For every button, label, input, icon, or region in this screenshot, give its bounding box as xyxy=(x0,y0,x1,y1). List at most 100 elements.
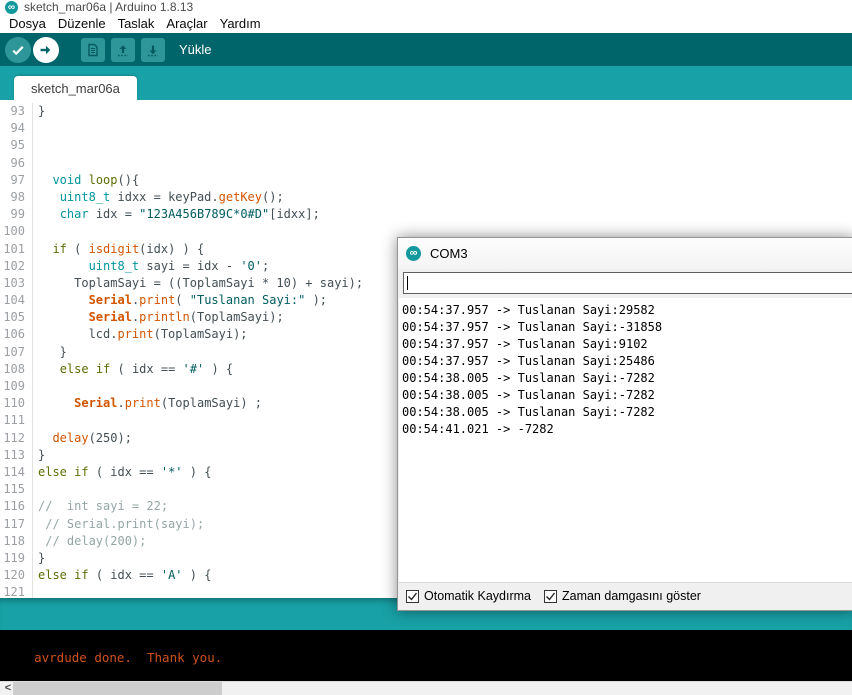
code-content: delay(250); xyxy=(33,430,132,447)
autoscroll-checkbox[interactable]: Otomatik Kaydırma xyxy=(406,589,531,603)
line-number: 104 xyxy=(0,292,33,309)
code-content: // Serial.print(sayi); xyxy=(33,516,204,533)
serial-output-line: 00:54:41.021 -> -7282 xyxy=(402,421,852,438)
menu-item-help[interactable]: Yardım xyxy=(214,15,267,33)
code-content: if ( isdigit(idx) ) { xyxy=(33,241,204,258)
line-number: 95 xyxy=(0,137,33,154)
code-content: } xyxy=(33,550,45,567)
code-content: char idx = "123A456B789C*0#D"[idxx]; xyxy=(33,206,320,223)
serial-monitor-title: COM3 xyxy=(430,246,468,261)
line-number: 121 xyxy=(0,584,33,598)
new-sketch-button[interactable] xyxy=(81,38,105,62)
menu-item-tools[interactable]: Araçlar xyxy=(160,15,213,33)
open-button[interactable] xyxy=(111,38,135,62)
arduino-ide-window: ∞ sketch_mar06a | Arduino 1.8.13 DosyaDü… xyxy=(0,0,852,695)
menu-bar: DosyaDüzenleTaslakAraçlarYardım xyxy=(0,15,852,33)
save-button[interactable] xyxy=(141,38,165,62)
line-number: 119 xyxy=(0,550,33,567)
code-content xyxy=(33,137,38,154)
line-number: 115 xyxy=(0,481,33,498)
menu-item-sketch[interactable]: Taslak xyxy=(112,15,161,33)
line-number: 112 xyxy=(0,430,33,447)
code-line[interactable]: 96 xyxy=(0,155,852,172)
line-number: 106 xyxy=(0,326,33,343)
text-caret xyxy=(407,276,408,290)
line-number: 120 xyxy=(0,567,33,584)
scrollbar-thumb[interactable] xyxy=(13,682,222,695)
code-content: Serial.println(ToplamSayi); xyxy=(33,309,284,326)
code-line[interactable]: 98 uint8_t idxx = keyPad.getKey(); xyxy=(0,189,852,206)
console-output: avrdude done. Thank you. xyxy=(0,630,852,681)
toolbar: Yükle xyxy=(0,33,852,66)
timestamp-checkbox-label[interactable]: Zaman damgasını göster xyxy=(562,589,701,603)
check-icon xyxy=(545,591,556,602)
toolbar-status-label: Yükle xyxy=(179,42,212,57)
code-content: } xyxy=(33,344,67,361)
serial-output-area[interactable]: 00:54:37.957 -> Tuslanan Sayi:2958200:54… xyxy=(399,298,852,584)
code-content: else if ( idx == 'A' ) { xyxy=(33,567,211,584)
window-title: sketch_mar06a | Arduino 1.8.13 xyxy=(24,0,193,14)
line-number: 109 xyxy=(0,378,33,395)
line-number: 111 xyxy=(0,412,33,429)
code-line[interactable]: 95 xyxy=(0,137,852,154)
serial-output-line: 00:54:37.957 -> Tuslanan Sayi:9102 xyxy=(402,336,852,353)
line-number: 103 xyxy=(0,275,33,292)
code-content: lcd.print(ToplamSayi); xyxy=(33,326,248,343)
tab-bar: sketch_mar06a xyxy=(0,66,852,100)
code-content: ToplamSayi = ((ToplamSayi * 10) + sayi); xyxy=(33,275,363,292)
menu-item-file[interactable]: Dosya xyxy=(3,15,52,33)
code-content xyxy=(33,223,38,240)
code-line[interactable]: 99 char idx = "123A456B789C*0#D"[idxx]; xyxy=(0,206,852,223)
code-line[interactable]: 97 void loop(){ xyxy=(0,172,852,189)
code-content: } xyxy=(33,103,45,120)
code-content: // delay(200); xyxy=(33,533,146,550)
code-line[interactable]: 93} xyxy=(0,103,852,120)
line-number: 116 xyxy=(0,498,33,515)
line-number: 93 xyxy=(0,103,33,120)
line-number: 113 xyxy=(0,447,33,464)
code-content: } xyxy=(33,447,45,464)
code-content: Serial.print(ToplamSayi) ; xyxy=(33,395,262,412)
serial-output-line: 00:54:37.957 -> Tuslanan Sayi:-31858 xyxy=(402,319,852,336)
line-number: 97 xyxy=(0,172,33,189)
code-content xyxy=(33,120,38,137)
arduino-logo-icon: ∞ xyxy=(5,1,18,14)
title-bar[interactable]: ∞ sketch_mar06a | Arduino 1.8.13 xyxy=(0,0,852,15)
serial-output-line: 00:54:38.005 -> Tuslanan Sayi:-7282 xyxy=(402,370,852,387)
code-content xyxy=(33,155,38,172)
serial-output-line: 00:54:37.957 -> Tuslanan Sayi:25486 xyxy=(402,353,852,370)
line-number: 102 xyxy=(0,258,33,275)
code-content xyxy=(33,481,38,498)
menu-item-edit[interactable]: Düzenle xyxy=(52,15,112,33)
autoscroll-checkbox-label[interactable]: Otomatik Kaydırma xyxy=(424,589,531,603)
check-icon xyxy=(10,42,26,58)
timestamp-checkbox-box[interactable] xyxy=(544,590,557,603)
autoscroll-checkbox-box[interactable] xyxy=(406,590,419,603)
code-line[interactable]: 94 xyxy=(0,120,852,137)
line-number: 114 xyxy=(0,464,33,481)
code-content: else if ( idx == '#' ) { xyxy=(33,361,233,378)
verify-button[interactable] xyxy=(5,37,31,63)
serial-monitor-title-bar[interactable]: ∞ COM3 xyxy=(398,238,852,269)
line-number: 105 xyxy=(0,309,33,326)
tab-sketch-mar06a[interactable]: sketch_mar06a xyxy=(14,76,137,100)
timestamp-checkbox[interactable]: Zaman damgasını göster xyxy=(544,589,701,603)
arrow-down-icon xyxy=(145,42,161,58)
code-content xyxy=(33,412,38,429)
code-content: void loop(){ xyxy=(33,172,139,189)
horizontal-scrollbar[interactable]: < xyxy=(0,681,852,695)
serial-output-line: 00:54:38.005 -> Tuslanan Sayi:-7282 xyxy=(402,387,852,404)
line-number: 100 xyxy=(0,223,33,240)
serial-monitor-window: ∞ COM3 00:54:37.957 -> Tuslanan Sayi:295… xyxy=(397,237,852,611)
line-number: 118 xyxy=(0,533,33,550)
upload-button[interactable] xyxy=(33,37,59,63)
line-number: 107 xyxy=(0,344,33,361)
console-text: avrdude done. Thank you. xyxy=(34,650,222,665)
code-content: Serial.print( "Tuslanan Sayi:" ); xyxy=(33,292,327,309)
code-content: uint8_t sayi = idx - '0'; xyxy=(33,258,269,275)
line-number: 101 xyxy=(0,241,33,258)
check-icon xyxy=(407,591,418,602)
line-number: 94 xyxy=(0,120,33,137)
serial-output-line: 00:54:37.957 -> Tuslanan Sayi:29582 xyxy=(402,302,852,319)
serial-send-input[interactable] xyxy=(403,272,852,294)
